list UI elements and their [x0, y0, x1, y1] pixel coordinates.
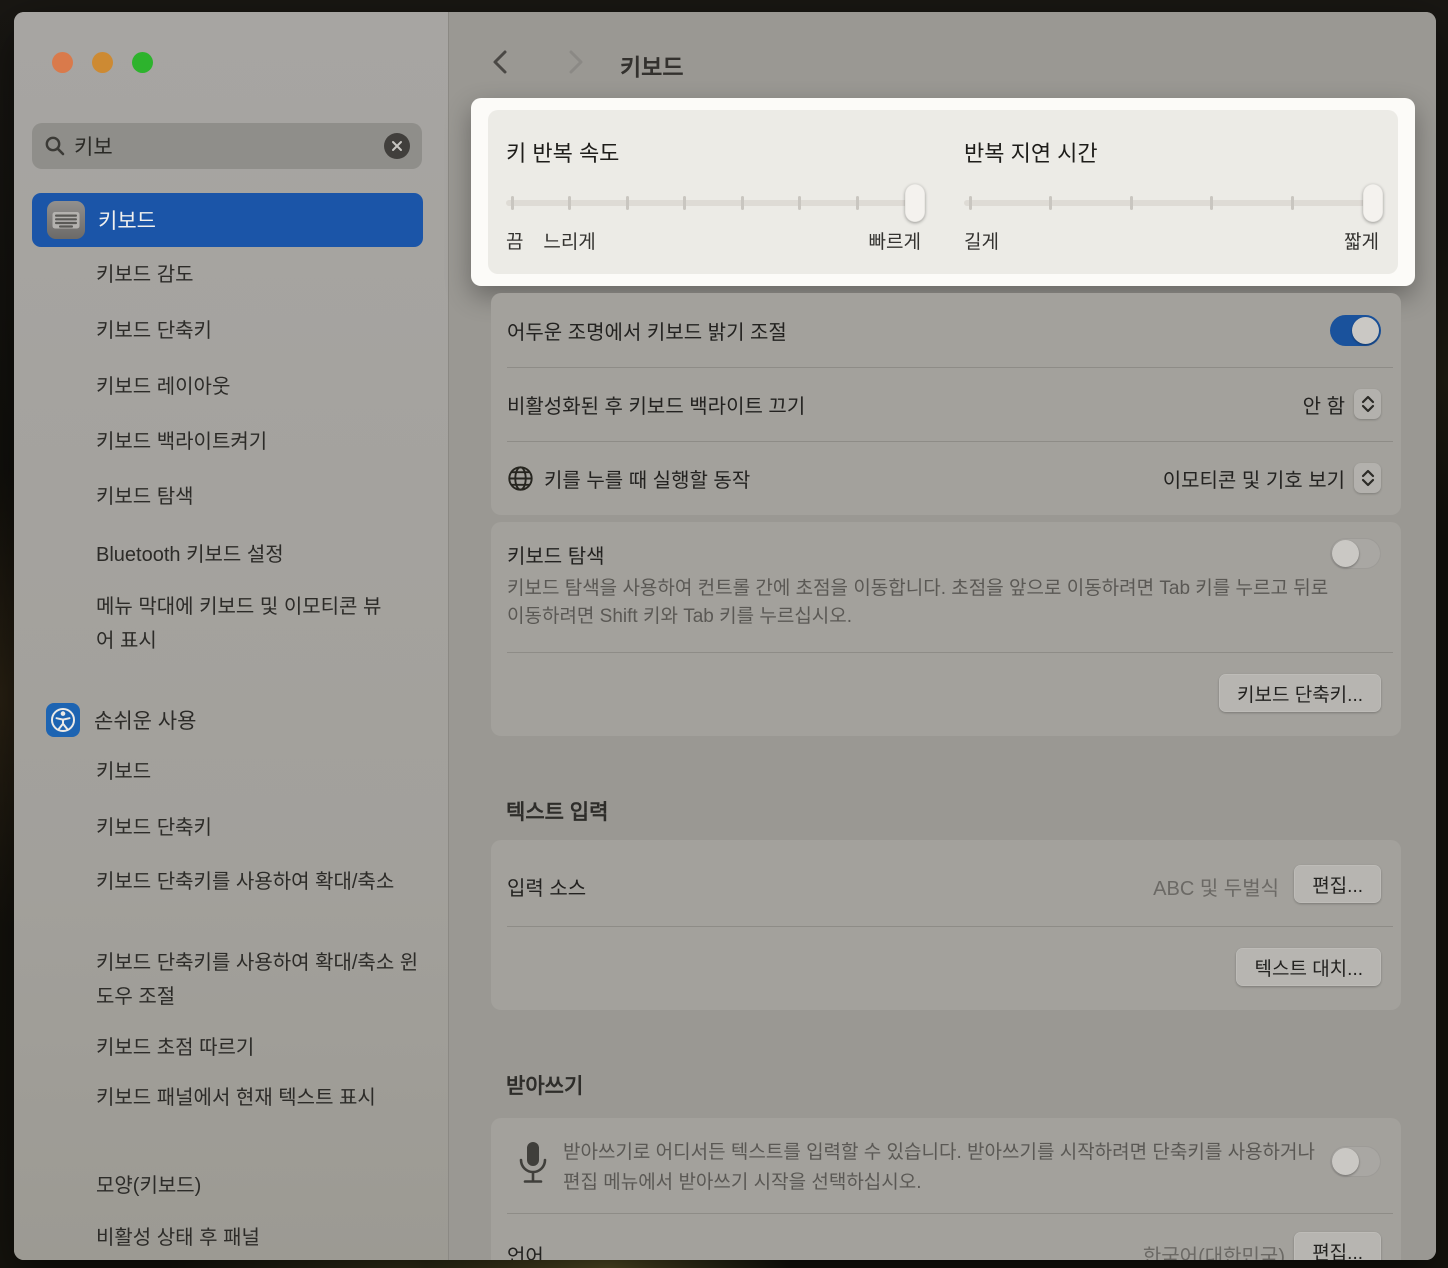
dictation-section-title: 받아쓰기	[506, 1070, 583, 1100]
dictation-language-label: 언어	[507, 1240, 544, 1260]
main-content: 키보드 키 반복 속도 끔느리게빠르게 반복 지연 시간	[448, 12, 1436, 1260]
key-repeat-rate-slider[interactable]: 키 반복 속도 끔느리게빠르게	[506, 110, 921, 274]
text-input-section-title: 텍스트 입력	[506, 796, 608, 826]
sidebar-item-keyboard-navigation[interactable]: 키보드 탐색	[96, 480, 426, 514]
text-replacements-button[interactable]: 텍스트 대치...	[1236, 948, 1381, 986]
sidebar-item-keyboard-selected[interactable]: 키보드	[32, 193, 423, 247]
minimize-window-button[interactable]	[92, 52, 113, 73]
keyboard-nav-toggle[interactable]	[1330, 538, 1381, 569]
edit-input-source-button[interactable]: 편집...	[1294, 865, 1381, 903]
keyboard-navigation-card: 키보드 탐색 키보드 탐색을 사용하여 컨트롤 간에 초점을 이동합니다. 초점…	[491, 522, 1401, 736]
sidebar-item-a11y-zoom-shortcut[interactable]: 키보드 단축키를 사용하여 확대/축소	[96, 865, 422, 899]
dictation-toggle[interactable]	[1330, 1146, 1381, 1177]
globe-key-value: 이모티콘 및 기호 보기	[1163, 464, 1345, 493]
slider-scale-labels: 끔느리게빠르게	[506, 227, 921, 253]
sidebar-item-bluetooth-keyboard[interactable]: Bluetooth 키보드 설정	[96, 538, 426, 572]
repeat-delay-label: 반복 지연 시간	[964, 136, 1098, 168]
accessibility-icon	[46, 703, 80, 737]
backlight-off-value: 안 함	[1303, 390, 1345, 419]
sidebar-item-keyboard-backlight[interactable]: 키보드 백라이트켜기	[96, 425, 426, 459]
sidebar-item-a11y-keyboard[interactable]: 키보드	[96, 755, 426, 789]
sidebar-item-a11y-keyboard-shortcuts[interactable]: 키보드 단축키	[96, 811, 426, 845]
globe-key-row: 키를 누를 때 실행할 동작	[507, 441, 750, 515]
forward-button[interactable]	[561, 49, 587, 80]
dictation-description: 받아쓰기로 어디서든 텍스트를 입력할 수 있습니다. 받아쓰기를 시작하려면 …	[563, 1138, 1333, 1198]
slider-handle[interactable]	[1363, 184, 1383, 222]
highlighted-key-repeat-section: 키 반복 속도 끔느리게빠르게 반복 지연 시간 길게짧게	[471, 98, 1415, 286]
back-button[interactable]	[489, 49, 515, 80]
backlight-off-label: 비활성화된 후 키보드 백라이트 끄기	[507, 390, 805, 419]
globe-key-label: 키를 누를 때 실행할 동작	[544, 464, 750, 493]
sidebar-item-menubar-keyboard-emoji[interactable]: 메뉴 막대에 키보드 및 이모티콘 뷰어 표시	[96, 590, 388, 658]
zoom-window-button[interactable]	[132, 52, 153, 73]
sidebar-item-a11y-inactive-panel[interactable]: 비활성 상태 후 패널	[96, 1221, 426, 1255]
backlight-off-row: 비활성화된 후 키보드 백라이트 끄기	[507, 367, 805, 441]
chevron-up-down-icon[interactable]	[1354, 463, 1381, 493]
sidebar-item-keyboard-sensitivity[interactable]: 키보드 감도	[96, 258, 426, 292]
sidebar-item-a11y-appearance[interactable]: 모양(키보드)	[96, 1169, 426, 1203]
keyboard-shortcuts-button[interactable]: 키보드 단축키...	[1219, 674, 1381, 712]
sidebar-group-label: 손쉬운 사용	[94, 705, 196, 735]
sidebar-item-a11y-focus-follow[interactable]: 키보드 초점 따르기	[96, 1031, 426, 1065]
keyboard-nav-description: 키보드 탐색을 사용하여 컨트롤 간에 초점을 이동합니다. 초점을 앞으로 이…	[507, 575, 1337, 631]
backlight-off-popup[interactable]: 안 함	[1303, 389, 1381, 419]
search-icon	[44, 135, 66, 157]
key-repeat-card: 키 반복 속도 끔느리게빠르게 반복 지연 시간 길게짧게	[488, 110, 1398, 274]
clear-search-icon[interactable]	[384, 133, 410, 159]
brightness-toggle[interactable]	[1330, 315, 1381, 346]
sidebar-item-label: 키보드	[98, 205, 156, 235]
chevron-up-down-icon[interactable]	[1354, 389, 1381, 419]
repeat-delay-slider[interactable]: 반복 지연 시간 길게짧게	[964, 110, 1379, 274]
globe-icon	[507, 465, 534, 492]
slider-track[interactable]	[964, 184, 1379, 222]
slider-track[interactable]	[506, 184, 921, 222]
microphone-icon	[517, 1140, 549, 1193]
slider-handle[interactable]	[905, 184, 925, 222]
globe-key-popup[interactable]: 이모티콘 및 기호 보기	[1163, 463, 1381, 493]
search-input[interactable]	[74, 134, 384, 158]
dictation-language-value: 한국어(대한민국)	[1143, 1240, 1285, 1260]
keyboard-nav-label: 키보드 탐색	[507, 540, 605, 569]
input-source-value: ABC 및 두벌식	[1153, 872, 1279, 901]
keyboard-icon	[46, 200, 86, 240]
edit-language-button[interactable]: 편집...	[1294, 1232, 1381, 1260]
brightness-row: 어두운 조명에서 키보드 밝기 조절	[507, 293, 787, 367]
text-input-card: 입력 소스 ABC 및 두벌식 편집... 텍스트 대치...	[491, 840, 1401, 1010]
page-title: 키보드	[620, 48, 683, 82]
input-source-label: 입력 소스	[507, 872, 586, 901]
sidebar-item-keyboard-layout[interactable]: 키보드 레이아웃	[96, 370, 426, 404]
search-field[interactable]	[32, 123, 422, 169]
keyboard-settings-card: 어두운 조명에서 키보드 밝기 조절 비활성화된 후 키보드 백라이트 끄기 안…	[491, 293, 1401, 515]
slider-scale-labels: 길게짧게	[964, 227, 1379, 253]
sidebar-item-a11y-panel-current-text[interactable]: 키보드 패널에서 현재 텍스트 표시	[96, 1081, 388, 1115]
sidebar-item-keyboard-shortcuts[interactable]: 키보드 단축키	[96, 314, 426, 348]
sidebar: 키보드 키보드 감도 키보드 단축키 키보드 레이아웃 키보드 백라이트켜기 키…	[14, 12, 448, 1260]
sidebar-group-accessibility[interactable]: 손쉬운 사용	[46, 703, 196, 737]
close-window-button[interactable]	[52, 52, 73, 73]
system-settings-window: 키보드 키보드 감도 키보드 단축키 키보드 레이아웃 키보드 백라이트켜기 키…	[14, 12, 1436, 1260]
brightness-label: 어두운 조명에서 키보드 밝기 조절	[507, 316, 787, 345]
dictation-card: 받아쓰기로 어디서든 텍스트를 입력할 수 있습니다. 받아쓰기를 시작하려면 …	[491, 1118, 1401, 1260]
sidebar-item-a11y-zoom-window[interactable]: 키보드 단축키를 사용하여 확대/축소 윈도우 조절	[96, 946, 422, 1014]
key-repeat-rate-label: 키 반복 속도	[506, 136, 619, 168]
